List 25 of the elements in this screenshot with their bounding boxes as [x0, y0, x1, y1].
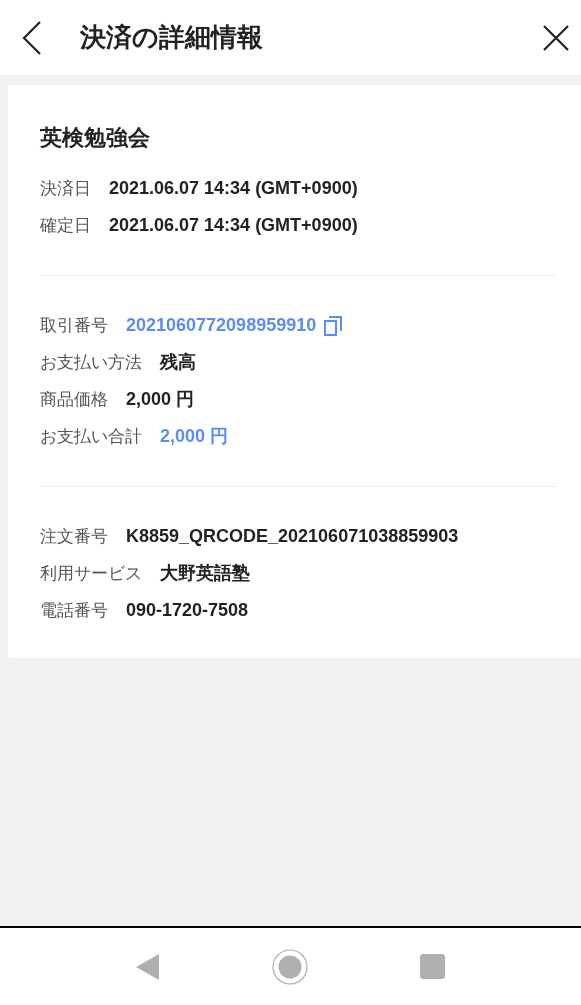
close-icon[interactable] [543, 24, 569, 51]
field-value: 残高 [160, 351, 196, 374]
field-label: 注文番号 [40, 525, 108, 548]
card-title: 英検勉強会 [40, 124, 151, 152]
home-circle-icon[interactable] [272, 948, 308, 985]
field-label: 利用サービス [40, 562, 142, 585]
field-value: 090-1720-7508 [126, 599, 249, 622]
field-value: 2021.06.07 14:34 (GMT+0900) [109, 177, 358, 200]
field-label: 確定日 [40, 214, 91, 237]
field-label: お支払い方法 [40, 351, 142, 374]
field-label: 電話番号 [40, 599, 108, 622]
page-title: 決済の詳細情報 [80, 21, 263, 54]
back-icon[interactable] [22, 20, 42, 55]
copy-icon[interactable] [324, 315, 343, 336]
field-label: 決済日 [40, 177, 91, 200]
field-value: 2021.06.07 14:34 (GMT+0900) [109, 214, 358, 237]
field-value: 2021060772098959910 [126, 314, 317, 337]
field-label: 取引番号 [40, 314, 108, 337]
field-value: 2,000 円 [160, 425, 229, 448]
back-triangle-icon[interactable] [136, 953, 160, 980]
field-value: K8859_QRCODE_202106071038859903 [126, 525, 459, 548]
field-value: 大野英語塾 [160, 562, 250, 585]
field-value: 2,000 円 [126, 388, 195, 411]
field-label: 商品価格 [40, 388, 108, 411]
field-label: お支払い合計 [40, 425, 142, 448]
